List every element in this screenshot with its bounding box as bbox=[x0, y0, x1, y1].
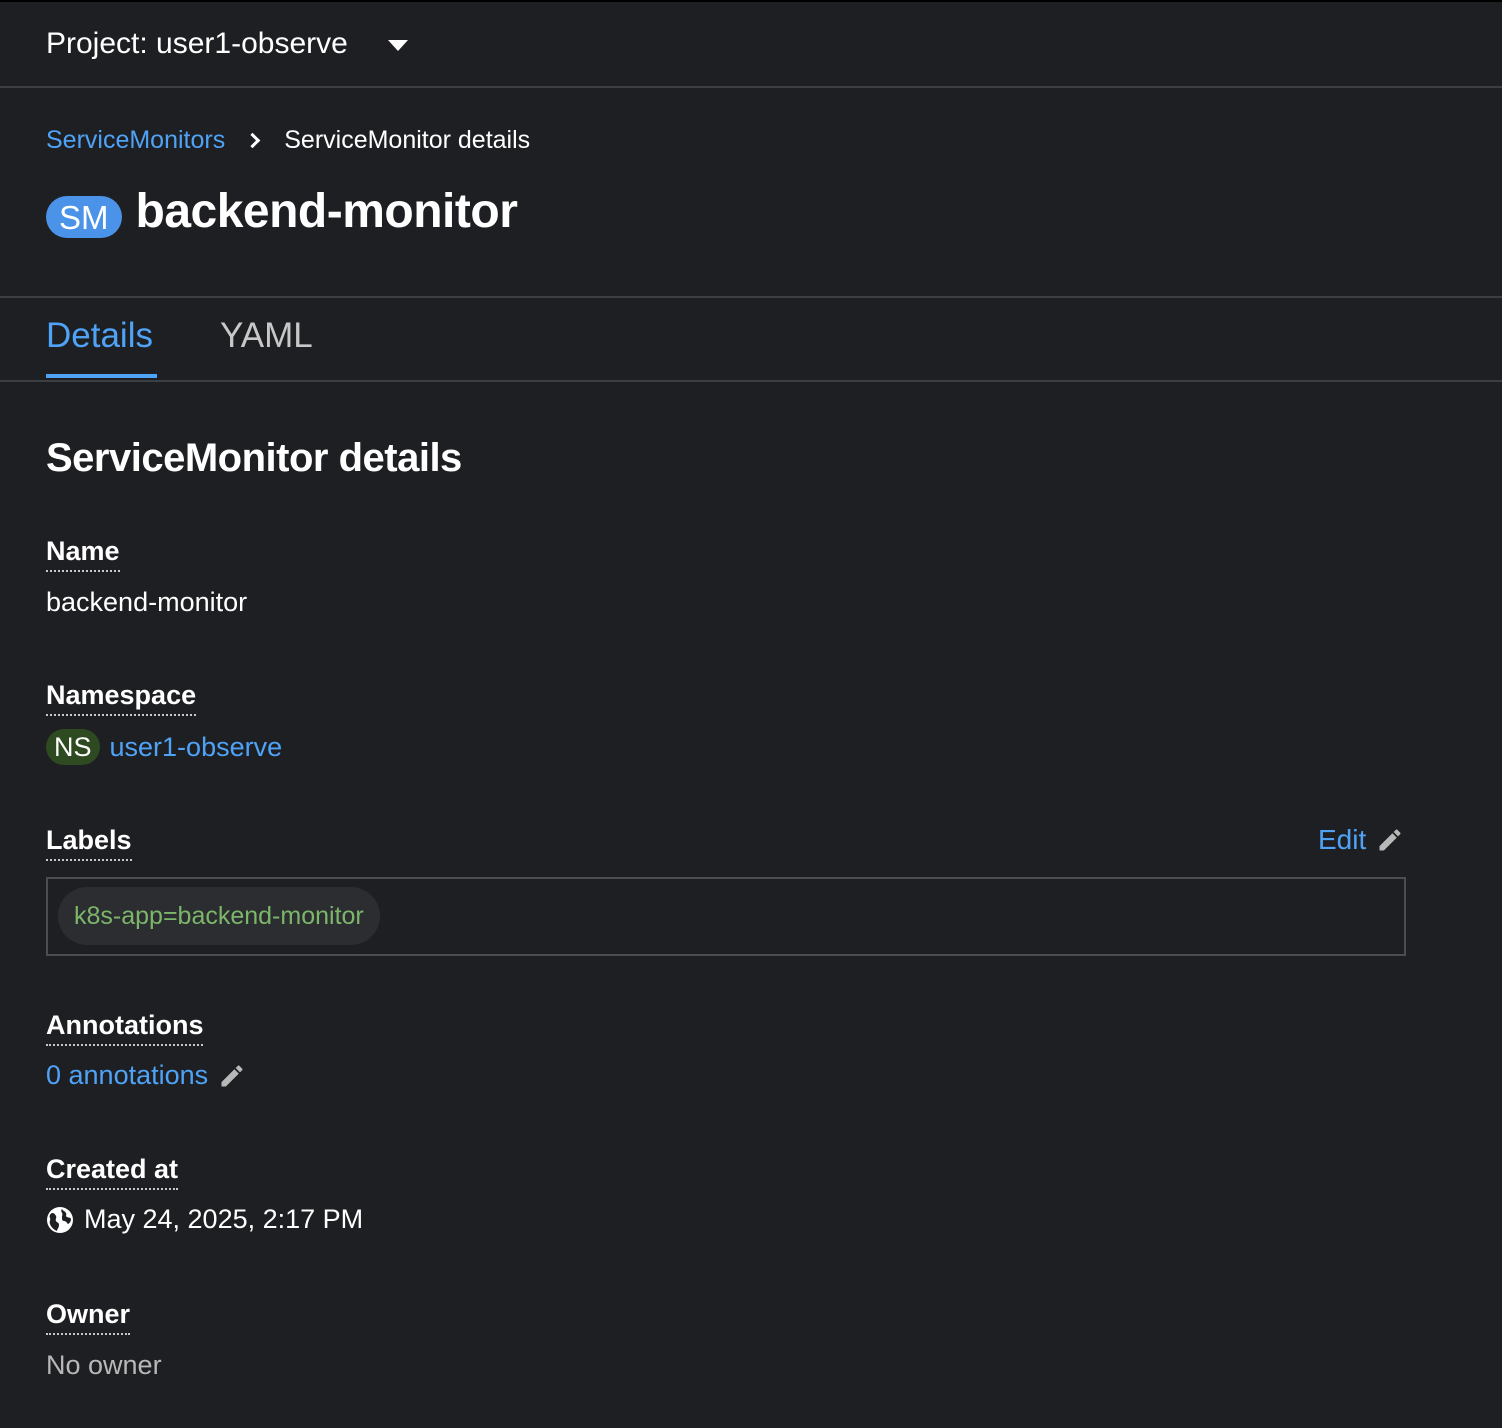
namespace-term: Namespace bbox=[46, 680, 197, 716]
caret-down-icon bbox=[387, 39, 408, 51]
project-selector-label: Project: user1-observe bbox=[46, 27, 348, 60]
globe-icon bbox=[47, 1206, 73, 1233]
created-at-term: Created at bbox=[46, 1154, 179, 1190]
resource-kind-badge: SM bbox=[46, 195, 122, 238]
active-tab-indicator bbox=[46, 374, 157, 378]
name-term: Name bbox=[46, 536, 120, 572]
title-row: SM backend-monitor bbox=[46, 184, 518, 239]
tab-bar: Details YAML bbox=[0, 298, 1502, 382]
pencil-icon[interactable] bbox=[218, 1062, 246, 1090]
namespace-value: NS user1-observe bbox=[46, 729, 282, 765]
project-selector[interactable]: Project: user1-observe bbox=[46, 27, 408, 61]
tab-details[interactable]: Details bbox=[46, 316, 153, 356]
chevron-right-icon bbox=[244, 132, 261, 149]
page-title: backend-monitor bbox=[135, 185, 518, 238]
owner-value: No owner bbox=[46, 1350, 162, 1380]
tab-yaml[interactable]: YAML bbox=[220, 316, 313, 356]
annotations-term: Annotations bbox=[46, 1010, 204, 1046]
labels-term: Labels bbox=[46, 825, 132, 861]
edit-labels-label: Edit bbox=[1318, 824, 1367, 855]
top-bar: Project: user1-observe bbox=[0, 0, 1502, 88]
created-at-value: May 24, 2025, 2:17 PM bbox=[46, 1204, 363, 1235]
created-at-text: May 24, 2025, 2:17 PM bbox=[84, 1204, 364, 1234]
section-title: ServiceMonitor details bbox=[46, 436, 462, 480]
annotations-link[interactable]: 0 annotations bbox=[46, 1060, 208, 1091]
namespace-link[interactable]: user1-observe bbox=[110, 732, 283, 763]
owner-term: Owner bbox=[46, 1299, 131, 1335]
label-chip[interactable]: k8s-app=backend-monitor bbox=[58, 887, 380, 945]
name-value: backend-monitor bbox=[46, 587, 248, 617]
pencil-icon bbox=[1379, 829, 1401, 851]
breadcrumb: ServiceMonitors ServiceMonitor details bbox=[46, 126, 530, 155]
labels-box: k8s-app=backend-monitor bbox=[46, 877, 1406, 956]
page-header: ServiceMonitors ServiceMonitor details S… bbox=[0, 88, 1502, 298]
namespace-badge: NS bbox=[46, 729, 100, 765]
breadcrumb-current: ServiceMonitor details bbox=[284, 126, 531, 154]
annotations-value: 0 annotations bbox=[46, 1060, 246, 1091]
edit-labels-button[interactable]: Edit bbox=[1318, 824, 1404, 856]
breadcrumb-servicemonitors-link[interactable]: ServiceMonitors bbox=[46, 126, 225, 155]
